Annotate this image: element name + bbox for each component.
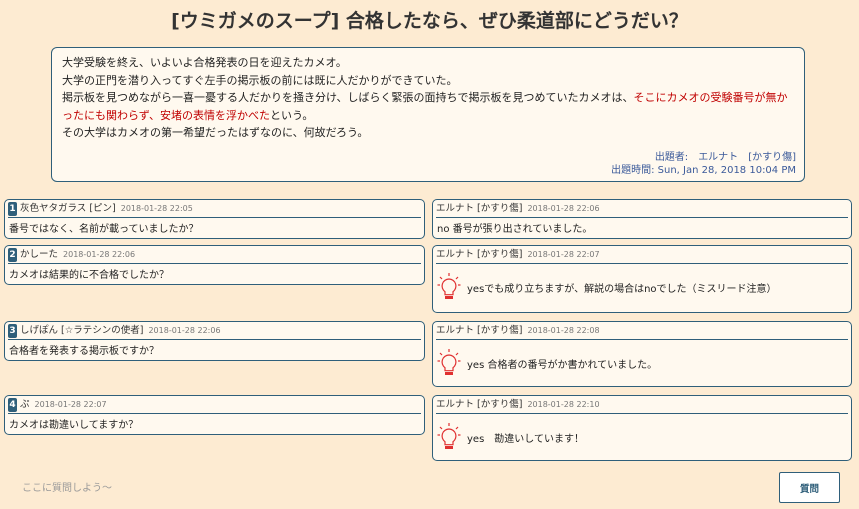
question-date: 2018-01-28 22:06: [148, 326, 221, 335]
problem-line: 掲示板を見つめながら一喜一憂する人だかりを掻き分け、しばらく緊張の面持ちで掲示板…: [62, 91, 788, 122]
good-question-bulb-icon: [437, 349, 461, 375]
question-text: 番号ではなく、名前が載っていましたか？: [9, 224, 199, 235]
author-label: 出題者:: [654, 152, 689, 163]
question-text: カメオは勘違いしてますか？: [9, 420, 139, 431]
problem-line: その大学はカメオの第一希望だったはずなのに、何故だろう。: [62, 126, 369, 139]
answer-text: yesでも成り立ちますが、解説の場合はnoでした（ミスリード注意）: [467, 283, 777, 295]
problem-line: 大学受験を終え、いよいよ合格発表の日を迎えたカメオ。: [62, 56, 347, 69]
question-date: 2018-01-28 22:07: [34, 400, 107, 409]
question-card: 1 灰色ヤタガラス [ピン] 2018-01-28 22:05 番号ではなく、名前が…: [4, 199, 425, 239]
author-badge: [かすり傷]: [748, 152, 796, 163]
good-question-bulb-icon: [437, 273, 461, 299]
question-date: 2018-01-28 22:06: [63, 250, 136, 259]
asker-name[interactable]: しげぽん [☆ラテシンの使者]: [20, 322, 143, 339]
question-card: 4 ぷ 2018-01-28 22:07 カメオは勘違いしてますか？: [4, 395, 425, 435]
problem-meta: 出題者: エルナト [かすり傷] 出題時間: Sun, Jan 28, 2018…: [611, 151, 796, 177]
answer-text: yes 合格者の番号がか書かれていました。: [467, 359, 658, 371]
question-number: 3: [8, 323, 17, 338]
question-card: 3 しげぽん [☆ラテシンの使者] 2018-01-28 22:06 合格者を発表す…: [4, 321, 425, 361]
responder-name[interactable]: エルナト [かすり傷]: [436, 396, 522, 413]
asker-name[interactable]: かしーた: [20, 246, 58, 263]
answer-date: 2018-01-28 22:07: [527, 250, 600, 259]
author-name[interactable]: エルナト: [698, 152, 738, 163]
question-number: 1: [8, 201, 17, 216]
question-text: 合格者を発表する掲示板ですか？: [9, 346, 159, 357]
responder-name[interactable]: エルナト [かすり傷]: [436, 246, 522, 263]
responder-name[interactable]: エルナト [かすり傷]: [436, 322, 522, 339]
question-number: 4: [8, 397, 17, 412]
question-card: 2 かしーた 2018-01-28 22:06 カメオは結果的に不合格でしたか？: [4, 245, 425, 285]
answer-text: no 番号が張り出されていました。: [437, 224, 593, 235]
asker-name[interactable]: ぷ: [20, 396, 30, 413]
good-question-bulb-icon: [437, 423, 461, 449]
page-title: [ウミガメのスープ] 合格したなら、ぜひ柔道部にどうだい？: [171, 10, 688, 32]
answer-card: エルナト [かすり傷] 2018-01-28 22:08 yes 合格者の番号がか…: [432, 321, 852, 387]
answer-card: エルナト [かすり傷] 2018-01-28 22:07 yesでも成り立ちますが…: [432, 245, 852, 313]
responder-name[interactable]: エルナト [かすり傷]: [436, 200, 522, 217]
answer-date: 2018-01-28 22:06: [527, 204, 600, 213]
question-number: 2: [8, 247, 17, 262]
question-text: カメオは結果的に不合格でしたか？: [9, 270, 169, 281]
answer-card: エルナト [かすり傷] 2018-01-28 22:06 no 番号が張り出されて…: [432, 199, 852, 239]
answer-date: 2018-01-28 22:08: [527, 326, 600, 335]
question-input[interactable]: [20, 478, 324, 498]
answer-text: yes 勘違いしています！: [467, 433, 584, 445]
answer-card: エルナト [かすり傷] 2018-01-28 22:10 yes 勘違いしています…: [432, 395, 852, 461]
problem-time: 出題時間: Sun, Jan 28, 2018 10:04 PM: [611, 165, 796, 176]
problem-statement: 大学受験を終え、いよいよ合格発表の日を迎えたカメオ。 大学の正門を潜り入ってすぐ…: [51, 47, 805, 182]
question-date: 2018-01-28 22:05: [120, 204, 193, 213]
problem-line: 大学の正門を潜り入ってすぐ左手の掲示板の前には既に人だかりができていた。: [62, 73, 458, 87]
ask-question-button[interactable]: 質問: [779, 472, 840, 503]
asker-name[interactable]: 灰色ヤタガラス [ピン]: [20, 200, 116, 217]
answer-date: 2018-01-28 22:10: [527, 400, 600, 409]
